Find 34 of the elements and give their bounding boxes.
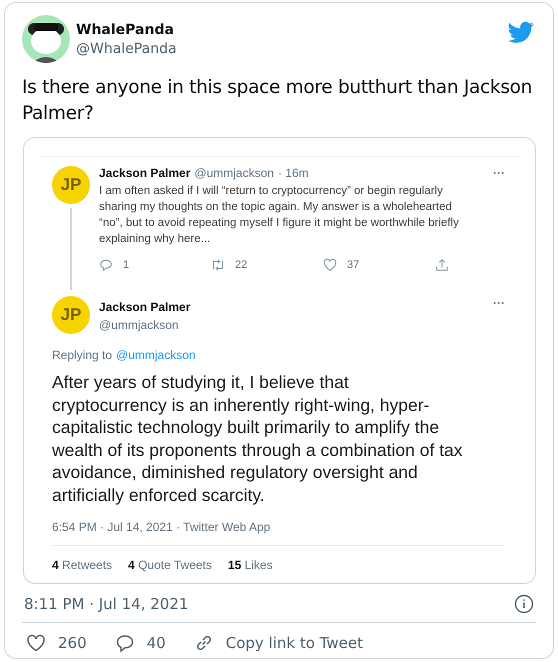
like-count: 37 [347,259,360,271]
copy-link[interactable]: Copy link to Tweet [226,634,363,652]
replying-label: Replying to [52,348,112,362]
stat-count: 15 Likes [228,558,273,572]
stat-count: 4 Retweets [52,558,112,572]
stat-count: 4 Quote Tweets [128,558,212,572]
user-handle: @ummjackson [194,166,274,180]
avatar: JP [52,296,90,334]
tweet-timestamp[interactable]: 8:11 PM · Jul 14, 2021 [24,595,188,613]
info-icon[interactable] [514,594,534,614]
reply-icon [99,258,113,272]
like-count: 260 [58,634,87,652]
user-handle: @ummjackson [99,318,180,332]
reply-icon[interactable] [114,633,135,653]
retweet-count: 22 [235,259,248,271]
user-name: Jackson Palmer [99,166,190,180]
reply-count: 1 [123,259,130,271]
tweet-text: After years of studying it, I believe that cryptocurrency is an inherently right-wing, hyper-capitalistic technology built primarily to amplify the wealth of its proponents through a combination of tax avoidance, diminished regulatory oversight and artificially enforced scarcity. [52,371,464,506]
time-ago: · 16m [278,166,309,180]
retweet-icon [211,258,225,272]
heart-icon[interactable] [26,633,46,653]
tweet-text: Is there anyone in this space more butthurt than Jackson Palmer? [22,76,534,126]
more-icon: ··· [493,296,505,310]
more-icon: ··· [493,166,505,180]
bird-icon[interactable] [508,19,534,45]
author-handle[interactable]: @WhalePanda [76,40,502,56]
reply-count: 40 [146,634,166,652]
share-icon [435,258,449,272]
tweet-timestamp: 6:54 PM · Jul 14, 2021 · Twitter Web App [52,520,505,546]
user-name: Jackson Palmer [99,300,192,314]
tweet-text: I am often asked if I will “return to cryptocurrency” or begin regularly sharing my thoughts on the topic again. My answer is a wholehearted “no”, but to avoid repeating myself I figure it might be worthwhile briefly explaining why here... [99,184,460,247]
author-name[interactable]: WhalePanda [76,22,502,38]
avatar: JP [52,166,90,204]
heart-icon [323,258,337,272]
